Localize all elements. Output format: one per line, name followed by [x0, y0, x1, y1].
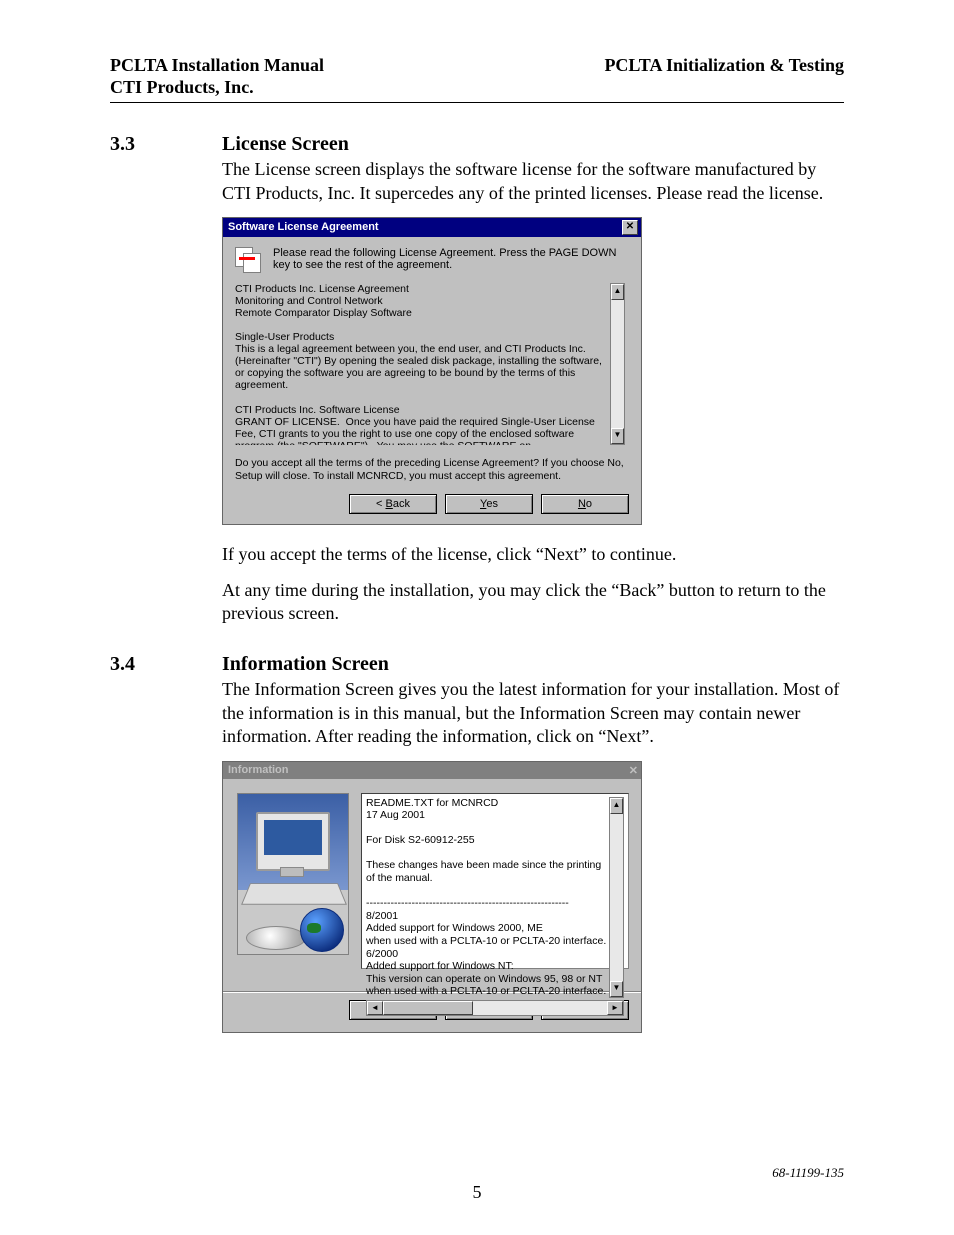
keyboard-icon — [241, 883, 347, 904]
no-button[interactable]: No — [541, 494, 629, 514]
scroll-up-icon[interactable]: ▲ — [611, 284, 624, 300]
license-instruction-text: Please read the following License Agreem… — [273, 247, 629, 271]
header-right-line1: PCLTA Initialization & Testing — [604, 55, 844, 77]
close-icon[interactable]: ✕ — [629, 764, 638, 777]
globe-icon — [300, 908, 344, 952]
license-dialog-title: Software License Agreement — [228, 221, 379, 233]
hscroll-track[interactable] — [383, 1001, 607, 1015]
section-3-4-para1: The Information Screen gives you the lat… — [222, 678, 844, 748]
scroll-up-icon[interactable]: ▲ — [610, 798, 623, 814]
license-text-content: CTI Products Inc. License Agreement Moni… — [235, 283, 610, 445]
scroll-track[interactable] — [611, 300, 624, 428]
vertical-scrollbar[interactable]: ▲ ▼ — [609, 797, 624, 999]
section-3-4-number: 3.4 — [110, 653, 222, 676]
information-text-area: README.TXT for MCNRCD 17 Aug 2001 For Di… — [361, 793, 629, 969]
section-3-4-title: Information Screen — [222, 653, 389, 676]
information-text-content: README.TXT for MCNRCD 17 Aug 2001 For Di… — [366, 797, 609, 999]
footer-page-number: 5 — [0, 1182, 954, 1203]
setup-computer-graphic — [237, 793, 349, 955]
header-left-line1: PCLTA Installation Manual — [110, 55, 324, 77]
section-3-3-para1: The License screen displays the software… — [222, 158, 844, 205]
yes-button[interactable]: Yes — [445, 494, 533, 514]
section-3-3-para3: At any time during the installation, you… — [222, 579, 844, 626]
scroll-left-icon[interactable]: ◄ — [367, 1001, 383, 1015]
license-dialog: Software License Agreement ✕ Please read… — [222, 217, 642, 525]
scroll-down-icon[interactable]: ▼ — [610, 981, 623, 997]
scroll-down-icon[interactable]: ▼ — [611, 428, 624, 444]
back-button[interactable]: < Back — [349, 494, 437, 514]
information-dialog-title: Information — [228, 764, 289, 776]
information-dialog-titlebar: Information ✕ — [223, 762, 641, 779]
license-docs-icon — [235, 247, 263, 273]
information-dialog: Information ✕ README.TXT for MCNRCD 17 A… — [222, 761, 642, 1033]
license-text-area: CTI Products Inc. License Agreement Moni… — [235, 283, 629, 445]
close-icon[interactable]: ✕ — [622, 220, 638, 235]
header-left-line2: CTI Products, Inc. — [110, 77, 324, 99]
footer-doc-number: 68-11199-135 — [772, 1165, 844, 1181]
cd-icon — [246, 926, 306, 950]
section-3-3-title: License Screen — [222, 133, 349, 156]
section-3-3-number: 3.3 — [110, 133, 222, 156]
license-accept-question: Do you accept all the terms of the prece… — [235, 457, 629, 482]
monitor-icon — [256, 812, 330, 871]
header-divider — [110, 102, 844, 103]
license-dialog-titlebar: Software License Agreement ✕ — [223, 218, 641, 237]
scroll-track[interactable] — [610, 814, 623, 982]
section-3-3-para2: If you accept the terms of the license, … — [222, 543, 844, 566]
scroll-right-icon[interactable]: ► — [607, 1001, 623, 1015]
vertical-scrollbar[interactable]: ▲ ▼ — [610, 283, 625, 445]
horizontal-scrollbar[interactable]: ◄ ► — [366, 1000, 624, 1016]
